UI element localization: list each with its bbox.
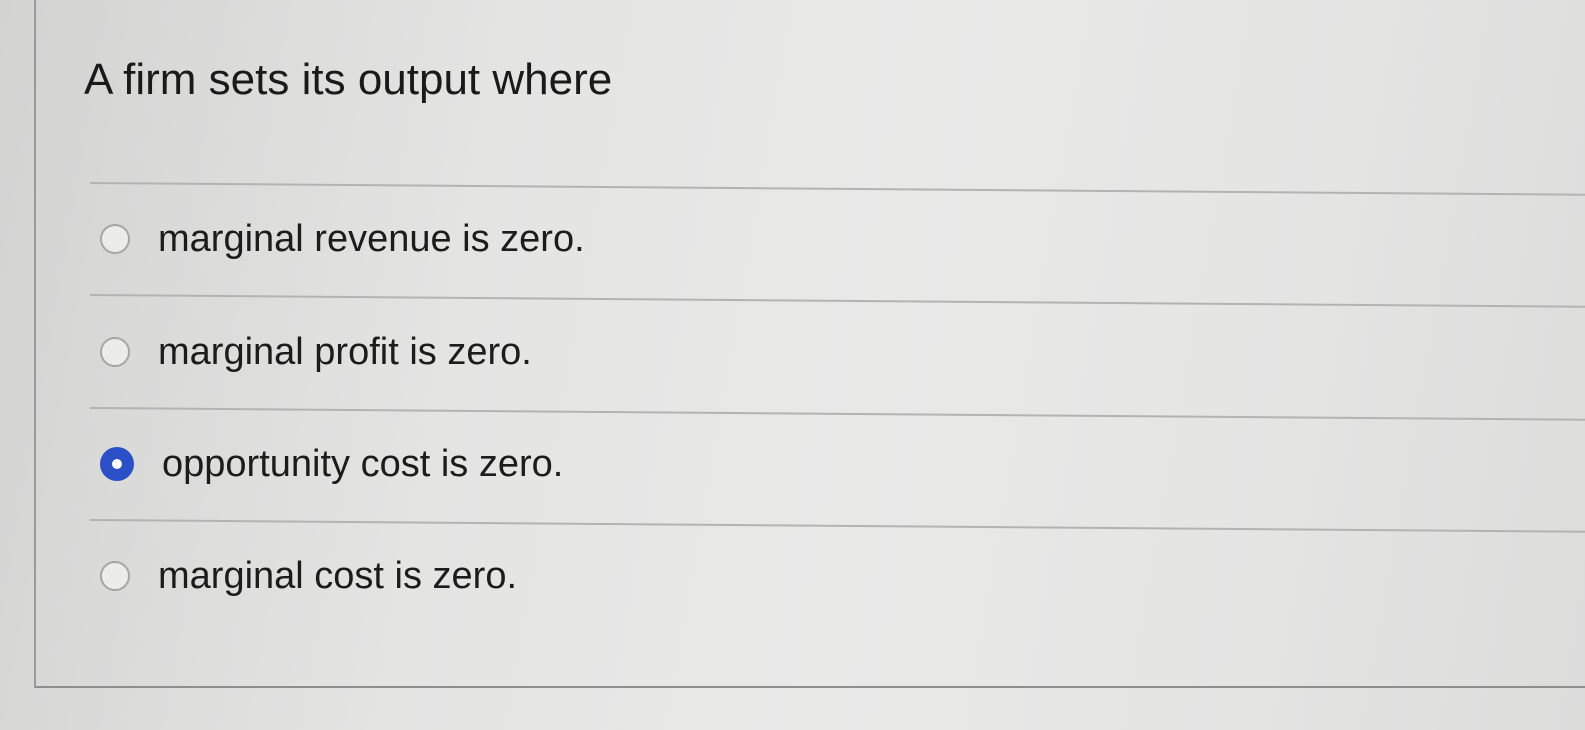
answer-option-marginal-profit[interactable]: marginal profit is zero. [100,322,532,382]
option-label: marginal profit is zero. [158,331,532,373]
radio-button[interactable] [100,337,130,367]
radio-button[interactable] [100,224,130,254]
question-panel: A firm sets its output where marginal re… [34,0,1585,688]
answer-option-marginal-revenue[interactable]: marginal revenue is zero. [100,209,585,269]
divider [89,519,1585,533]
answer-option-opportunity-cost[interactable]: opportunity cost is zero. [100,434,563,494]
radio-dot-icon [112,459,122,469]
radio-button[interactable] [100,561,130,591]
option-label: marginal cost is zero. [158,555,518,597]
question-text: A firm sets its output where [84,55,613,104]
radio-button-selected[interactable] [100,447,134,481]
answer-option-marginal-cost[interactable]: marginal cost is zero. [100,546,517,606]
divider [89,182,1585,196]
option-label: opportunity cost is zero. [162,443,564,485]
option-label: marginal revenue is zero. [158,218,585,260]
screen: A firm sets its output where marginal re… [0,0,1585,730]
divider [89,407,1585,421]
divider [89,294,1585,308]
